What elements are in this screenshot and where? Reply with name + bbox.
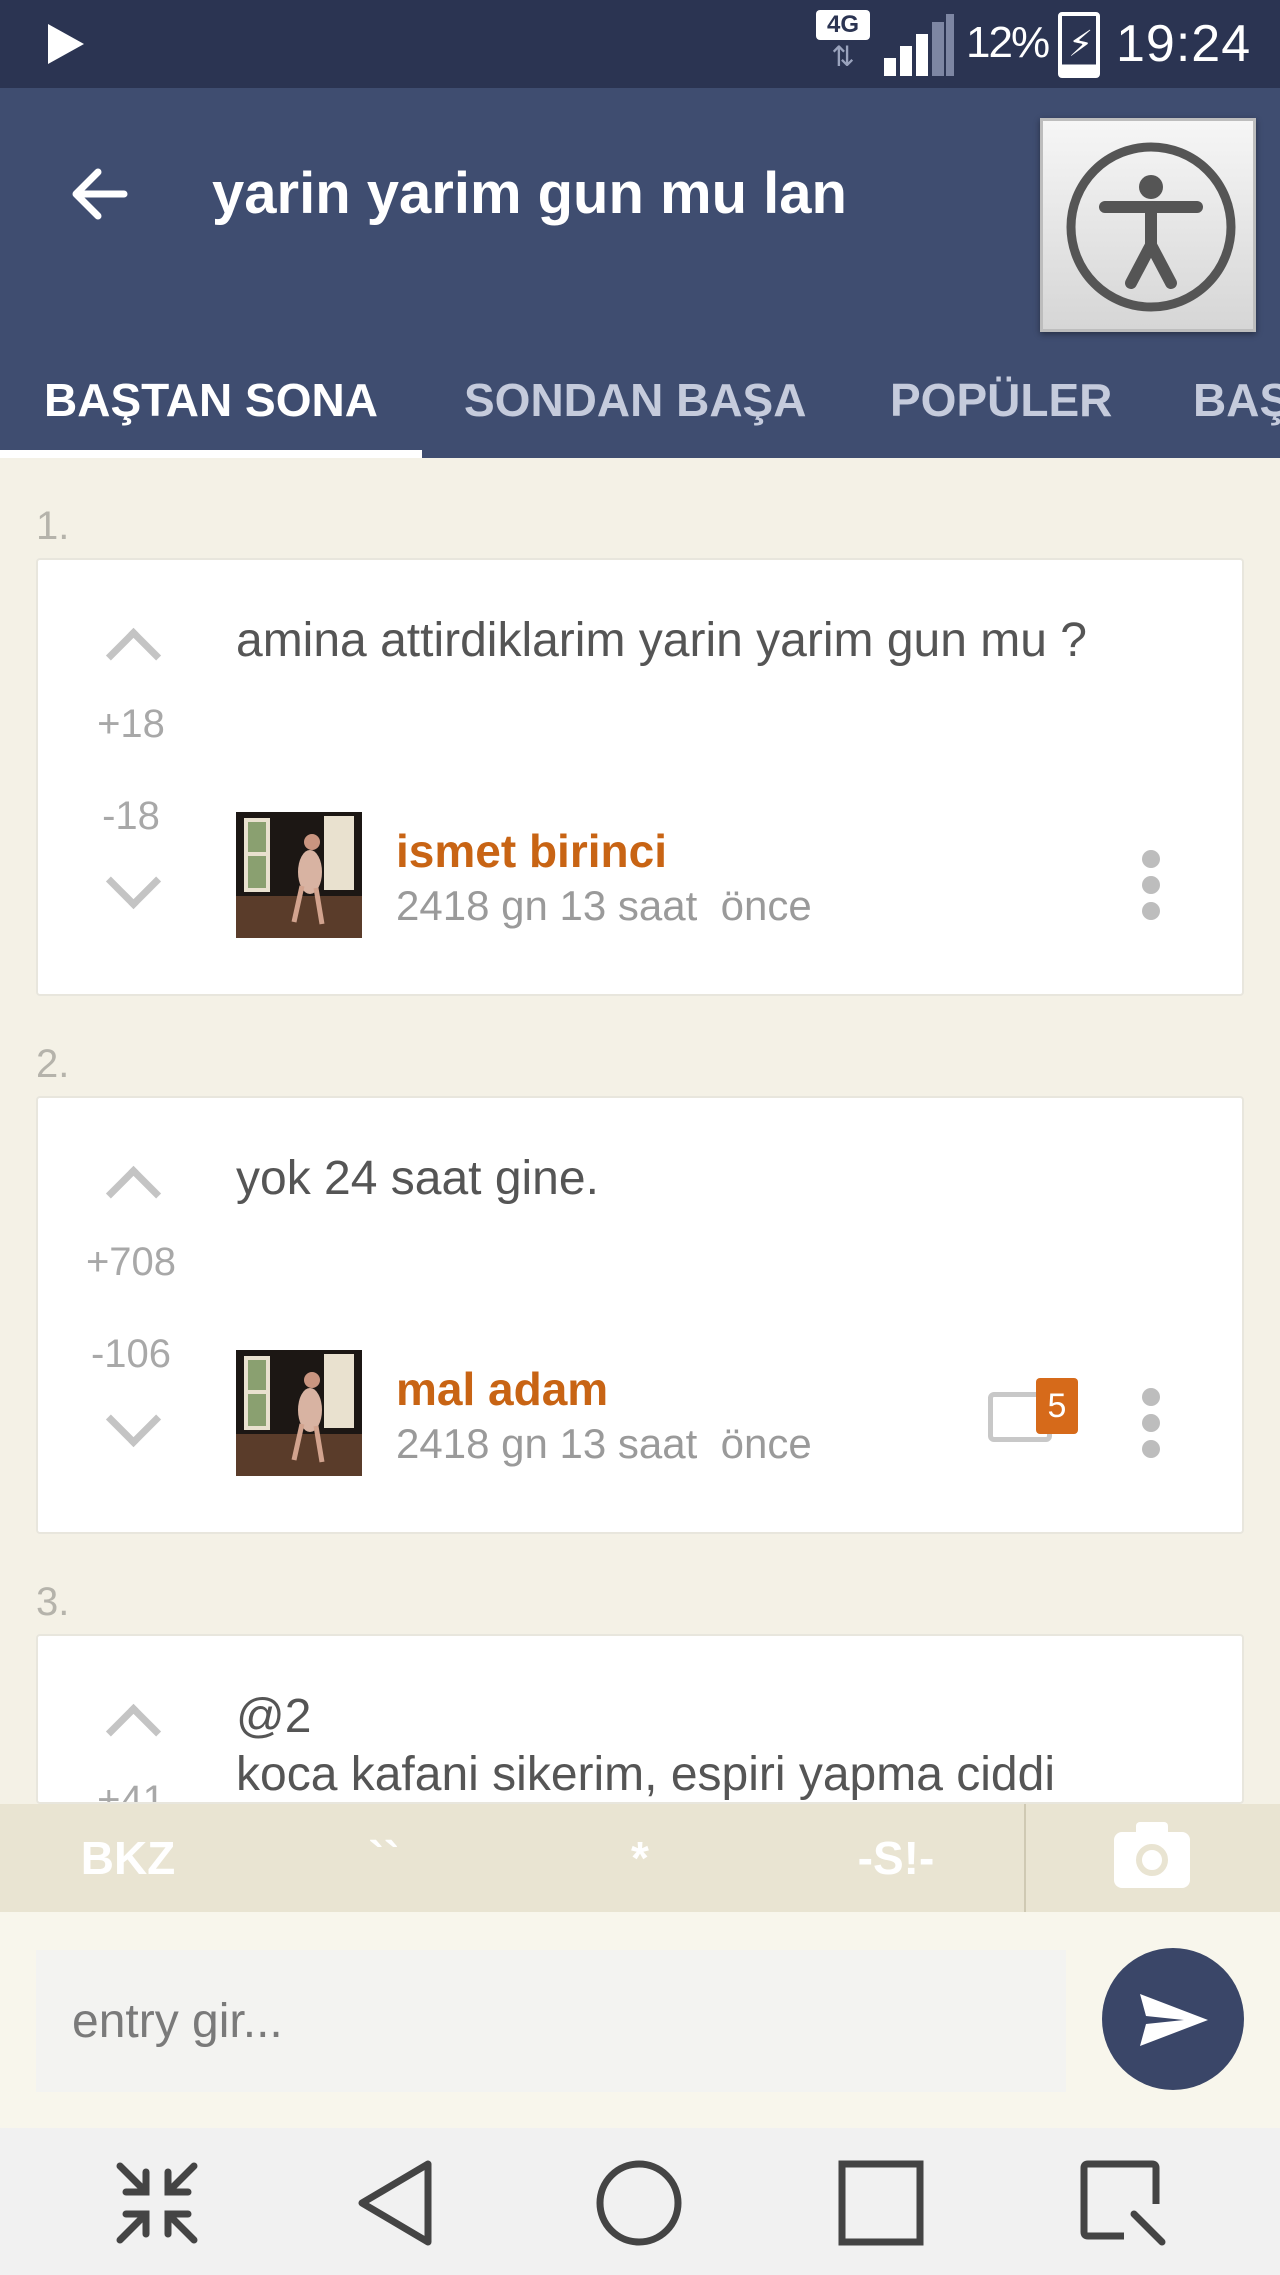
- entry-content: amina attirdiklarim yarin yarim gun mu ?: [236, 614, 1087, 667]
- entry-content: @2 koca kafani sikerim, espiri yapma cid…: [236, 1688, 1182, 1802]
- camera-icon[interactable]: [1114, 1822, 1190, 1888]
- upvote-chevron-icon[interactable]: [98, 622, 164, 662]
- comment-count-badge: 5: [1036, 1378, 1078, 1434]
- format-toolbar: BKZ `` * -S!-: [0, 1804, 1280, 1912]
- clock: 19:24: [1116, 15, 1252, 73]
- capture-icon[interactable]: [1078, 2158, 1168, 2248]
- entry-content: yok 24 saat gine.: [236, 1152, 599, 1205]
- battery-percent: 12%: [966, 18, 1050, 67]
- downvote-chevron-icon[interactable]: [98, 868, 164, 908]
- entry-card: +708 -106 yok 24 saat gine. mal adam 241…: [36, 1096, 1244, 1534]
- battery-charging-icon: ⚡: [1058, 12, 1100, 78]
- play-icon: [48, 24, 84, 64]
- collapse-icon[interactable]: [112, 2158, 202, 2248]
- more-options-icon[interactable]: [1130, 1388, 1170, 1468]
- tab-populer[interactable]: POPÜLER: [890, 338, 1112, 458]
- entry-number: 2.: [36, 1042, 70, 1086]
- upvote-count: +41: [97, 1778, 165, 1804]
- data-arrows-icon: ⇅: [831, 41, 855, 72]
- tab-sondan-basa[interactable]: SONDAN BAŞA: [464, 338, 806, 458]
- avatar[interactable]: [236, 812, 362, 938]
- network-indicator: 4G ⇅: [816, 10, 870, 78]
- composer: [0, 1912, 1280, 2128]
- avatar[interactable]: [236, 1350, 362, 1476]
- tab-bar: BAŞTAN SONA SONDAN BAŞA POPÜLER BAŞ: [0, 338, 1280, 458]
- downvote-chevron-icon[interactable]: [98, 1406, 164, 1446]
- entry-timestamp: 2418 gn 13 saat önce: [396, 882, 812, 929]
- entry-number: 3.: [36, 1580, 70, 1624]
- entry-card: +41 @2 koca kafani sikerim, espiri yapma…: [36, 1634, 1244, 1804]
- app-bar: yarin yarim gun mu lan BAŞTAN SONA SONDA…: [0, 88, 1280, 458]
- recents-square-icon[interactable]: [836, 2158, 926, 2248]
- entry-input[interactable]: [36, 1950, 1066, 2092]
- accessibility-button[interactable]: [1040, 118, 1256, 332]
- more-options-icon[interactable]: [1130, 850, 1170, 930]
- tab-indicator: [0, 450, 422, 458]
- status-bar: 4G ⇅ 12% ⚡ 19:24: [0, 0, 1280, 88]
- home-circle-icon[interactable]: [594, 2158, 684, 2248]
- author-name[interactable]: mal adam: [396, 1362, 608, 1416]
- arrow-back-icon[interactable]: [64, 158, 136, 230]
- entry-content-line: @2: [236, 1690, 312, 1743]
- upvote-count: +708: [85, 1240, 177, 1284]
- upvote-count: +18: [97, 702, 165, 746]
- signal-icon: [884, 14, 956, 76]
- network-type: 4G: [816, 10, 870, 40]
- accessibility-icon: [1066, 142, 1236, 312]
- entry-timestamp: 2418 gn 13 saat önce: [396, 1420, 812, 1467]
- downvote-count: -18: [102, 794, 160, 838]
- author-name[interactable]: ismet birinci: [396, 824, 667, 878]
- entry-card: +18 -18 amina attirdiklarim yarin yarim …: [36, 558, 1244, 996]
- backtick-button[interactable]: ``: [296, 1804, 472, 1912]
- downvote-count: -106: [90, 1332, 172, 1376]
- toolbar-divider: [1024, 1804, 1026, 1912]
- upvote-chevron-icon[interactable]: [98, 1698, 164, 1738]
- asterisk-button[interactable]: *: [552, 1804, 728, 1912]
- page-title: yarin yarim gun mu lan: [212, 161, 847, 226]
- bkz-button[interactable]: BKZ: [40, 1804, 216, 1912]
- system-nav-bar: [0, 2128, 1280, 2275]
- tab-bastan-sona[interactable]: BAŞTAN SONA: [44, 338, 378, 458]
- entry-number: 1.: [36, 504, 70, 548]
- tab-bas[interactable]: BAŞ: [1193, 338, 1280, 458]
- spoiler-button[interactable]: -S!-: [808, 1804, 984, 1912]
- entry-content-line: koca kafani sikerim, espiri yapma ciddi: [236, 1748, 1055, 1801]
- send-button[interactable]: [1102, 1948, 1244, 2090]
- comments-button[interactable]: 5: [988, 1378, 1088, 1468]
- send-icon: [1140, 1994, 1208, 2046]
- back-triangle-icon[interactable]: [354, 2158, 444, 2248]
- upvote-chevron-icon[interactable]: [98, 1160, 164, 1200]
